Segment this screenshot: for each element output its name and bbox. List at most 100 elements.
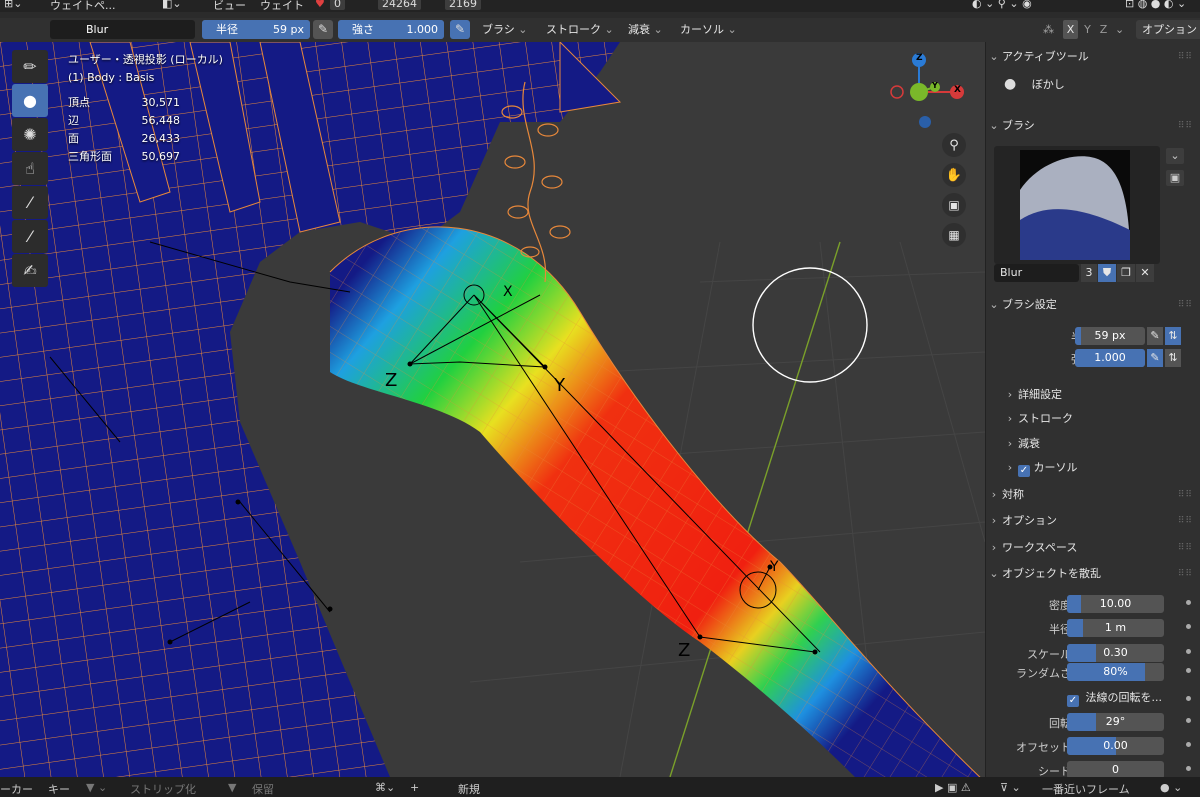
subsection-falloff[interactable]: › 減衰 (1002, 433, 1200, 455)
editor-type-icon[interactable]: ⊞⌄ (4, 0, 22, 10)
brush-name-input[interactable]: Blur (994, 264, 1079, 282)
section-workspace[interactable]: › ワークスペース ⠿⠿ (986, 537, 1200, 559)
options-button[interactable]: オプション (1136, 20, 1200, 39)
hold-icon[interactable]: ▼ (228, 781, 236, 794)
subsection-cursor[interactable]: › ✓ カーソル (1002, 457, 1200, 479)
menu-marker[interactable]: ーカー (0, 781, 33, 797)
grip-icon[interactable]: ⠿⠿ (1178, 294, 1193, 316)
tool-gradient[interactable]: ⁄ (12, 186, 48, 219)
menu-key[interactable]: キー (48, 781, 70, 797)
menu-view[interactable]: ビュー (213, 0, 246, 12)
section-scatter[interactable]: ⌄ オブジェクトを散乱 ⠿⠿ (986, 563, 1200, 585)
subsection-advanced[interactable]: › 詳細設定 (1002, 384, 1200, 406)
keyframe-dot-icon[interactable] (1186, 718, 1191, 723)
duplicate-icon[interactable]: ❐ (1117, 264, 1135, 282)
brush-name-field[interactable]: Blur (50, 20, 195, 39)
tool-annotate[interactable]: ✍ (12, 254, 48, 287)
zoom-button[interactable]: ⚲ (942, 133, 966, 157)
normal-rotation-checkbox[interactable]: ✓ (1067, 695, 1079, 707)
unified-icon[interactable]: ⇅ (1165, 349, 1181, 367)
camera-button[interactable]: ▣ (942, 193, 966, 217)
radius-slider[interactable]: 半径 59 px (202, 20, 310, 39)
section-active-tool[interactable]: ⌄ アクティブツール ⠿⠿ (986, 46, 1200, 68)
axis-y-toggle[interactable]: Y (1080, 20, 1095, 39)
chevron-down-icon: ⌄ (989, 567, 999, 580)
keyframe-dot-icon[interactable] (1186, 668, 1191, 673)
tool-smear[interactable]: ☝ (12, 152, 48, 185)
prop-value: 0 (1112, 763, 1119, 776)
strength-slider[interactable]: 1.000 (1075, 349, 1145, 367)
unified-icon[interactable]: ⇅ (1165, 327, 1181, 345)
scale-slider[interactable]: 0.30 (1067, 644, 1164, 662)
fake-user-shield-icon[interactable]: ⛊ (1098, 264, 1116, 282)
snap-dropdown[interactable]: 一番近いフレーム (1042, 781, 1130, 797)
dropdown-icon[interactable]: ▼ ⌄ (86, 781, 107, 794)
rotation-slider[interactable]: 29° (1067, 713, 1164, 731)
radius-pressure-icon[interactable]: ✎ (313, 20, 333, 39)
menu-cursor[interactable]: カーソル (680, 20, 737, 39)
mode-selector[interactable]: ウェイトペ... (50, 0, 116, 12)
record-icon[interactable]: ● ⌄ (1160, 781, 1182, 794)
pressure-icon[interactable]: ✎ (1147, 349, 1163, 367)
randomness-slider[interactable]: 80% (1067, 663, 1164, 681)
3d-viewport[interactable]: X Y Z Y Z ✏ ● ✺ ☝ ⁄ ⁄ ✍ ユーザー・透視投影 (ローカル)… (0, 42, 985, 777)
new-button[interactable]: 新規 (458, 781, 480, 797)
menu-falloff[interactable]: 減衰 (628, 20, 663, 39)
strip-button[interactable]: ストリップ化 (130, 781, 196, 797)
axis-z-toggle[interactable]: Z (1096, 20, 1111, 39)
menu-stroke[interactable]: ストローク (546, 20, 614, 39)
radius-slider[interactable]: 59 px (1075, 327, 1145, 345)
offset-slider[interactable]: 0.00 (1067, 737, 1164, 755)
scatter-radius-slider[interactable]: 1 m (1067, 619, 1164, 637)
keyframe-dot-icon[interactable] (1186, 766, 1191, 771)
image-icon[interactable]: ▣ (1166, 170, 1184, 186)
section-brush-settings[interactable]: ⌄ ブラシ設定 ⠿⠿ (986, 294, 1200, 316)
section-symmetry[interactable]: › 対称 ⠿⠿ (986, 484, 1200, 506)
pan-button[interactable]: ✋ (942, 163, 966, 187)
keyframe-dot-icon[interactable] (1186, 742, 1191, 747)
select-cursor-icon[interactable]: ▶ ▣ ⚠ (935, 781, 971, 794)
subsection-stroke[interactable]: › ストローク (1002, 408, 1200, 430)
axis-gizmo[interactable] (885, 50, 965, 130)
keyframe-dot-icon[interactable] (1186, 696, 1191, 701)
normal-rotation-row[interactable]: ✓ 法線の回転を... (1067, 689, 1162, 707)
hold-button[interactable]: 保留 (252, 781, 274, 797)
symmetry-icon[interactable]: ⁂ (1043, 20, 1054, 39)
axis-x-toggle[interactable]: X (1063, 20, 1078, 39)
menu-weight[interactable]: ウェイト (260, 0, 304, 12)
grip-icon[interactable]: ⠿⠿ (1178, 537, 1193, 559)
strength-slider[interactable]: 強さ 1.000 (338, 20, 444, 39)
tool-sample-weight[interactable]: ⁄ (12, 220, 48, 253)
grip-icon[interactable]: ⠿⠿ (1178, 563, 1193, 585)
overlay-toggle-icon[interactable]: ◧⌄ (162, 0, 182, 10)
pressure-icon[interactable]: ✎ (1147, 327, 1163, 345)
plus-icon[interactable]: + (410, 781, 419, 794)
grip-icon[interactable]: ⠿⠿ (1178, 46, 1193, 68)
cursor-checkbox[interactable]: ✓ (1018, 465, 1030, 477)
viewport-shading-icons[interactable]: ◐ ⌄ ⚲ ⌄ ◉ (972, 0, 1032, 10)
symmetry-dropdown[interactable] (1115, 20, 1124, 39)
active-tool-row[interactable]: ● ぼかし (1004, 76, 1065, 92)
grip-icon[interactable]: ⠿⠿ (1178, 484, 1193, 506)
section-brush[interactable]: ⌄ ブラシ ⠿⠿ (986, 115, 1200, 137)
tool-draw[interactable]: ✏ (12, 50, 48, 83)
keyframe-dot-icon[interactable] (1186, 600, 1191, 605)
filter-icon[interactable]: ⊽ ⌄ (1000, 781, 1021, 794)
keyframe-dot-icon[interactable] (1186, 649, 1191, 654)
perspective-button[interactable]: ▦ (942, 223, 966, 247)
shading-mode-icons[interactable]: ⊡ ◍ ● ◐ ⌄ (1125, 0, 1186, 10)
tool-blur[interactable]: ● (12, 84, 48, 117)
grip-icon[interactable]: ⠿⠿ (1178, 510, 1193, 532)
menu-brush[interactable]: ブラシ (482, 20, 528, 39)
stat-row: 辺 56,448 (68, 112, 180, 130)
strength-pressure-icon[interactable]: ✎ (450, 20, 470, 39)
keyframe-dot-icon[interactable] (1186, 624, 1191, 629)
brush-preview-box[interactable] (994, 146, 1160, 264)
grip-icon[interactable]: ⠿⠿ (1178, 115, 1193, 137)
tool-average[interactable]: ✺ (12, 118, 48, 151)
close-icon[interactable]: ✕ (1136, 264, 1154, 282)
density-slider[interactable]: 10.00 (1067, 595, 1164, 613)
section-options[interactable]: › オプション ⠿⠿ (986, 510, 1200, 532)
brush-menu-button[interactable]: ⌄ (1166, 148, 1184, 164)
viewport-info: ユーザー・透視投影 (ローカル) (1) Body : Basis (68, 51, 223, 87)
